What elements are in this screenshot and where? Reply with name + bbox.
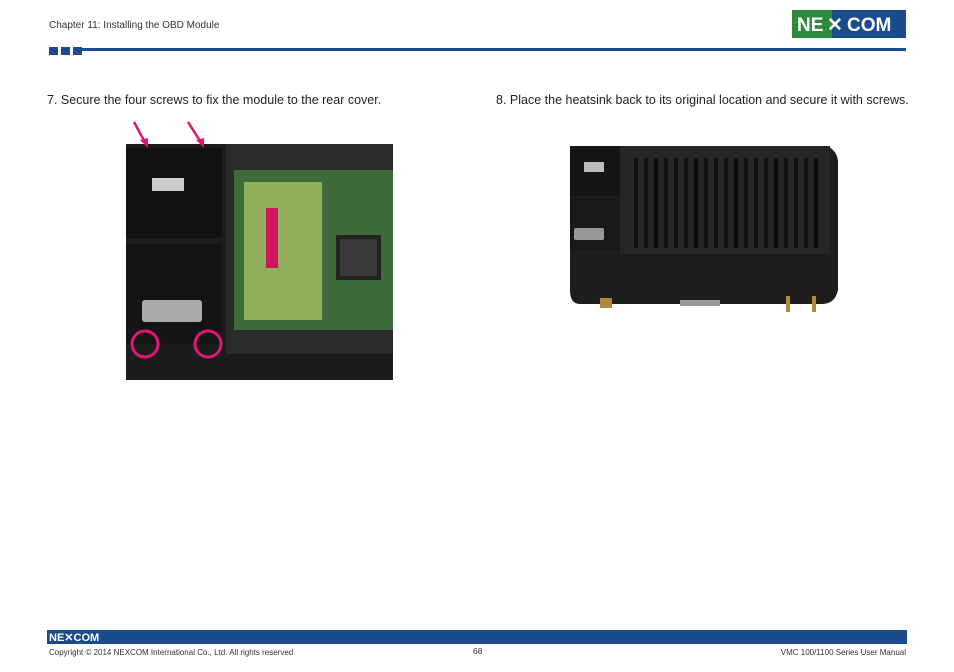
copyright-text: Copyright © 2014 NEXCOM International Co… bbox=[49, 648, 294, 657]
header-rule bbox=[82, 48, 906, 51]
step-8-text: 8. Place the heatsink back to its origin… bbox=[496, 93, 909, 107]
page-number: 68 bbox=[473, 646, 483, 656]
footer-nexcom-logo: NE✕COM bbox=[49, 632, 99, 643]
step-7-text: 7. Secure the four screws to fix the mod… bbox=[47, 93, 382, 107]
manual-title: VMC 100/1100 Series User Manual bbox=[780, 648, 906, 657]
svg-text:NE✕COM: NE✕COM bbox=[49, 632, 99, 643]
footer-bar bbox=[47, 630, 907, 644]
photo-module-screws bbox=[126, 121, 393, 380]
svg-text:COM: COM bbox=[847, 15, 891, 36]
photo-heatsink bbox=[560, 140, 842, 316]
svg-text:✕: ✕ bbox=[827, 15, 843, 36]
chapter-title: Chapter 11: Installing the OBD Module bbox=[49, 20, 220, 31]
nexcom-logo: NE ✕ COM bbox=[792, 10, 906, 38]
svg-text:NE: NE bbox=[797, 15, 823, 36]
header-squares bbox=[49, 47, 82, 55]
